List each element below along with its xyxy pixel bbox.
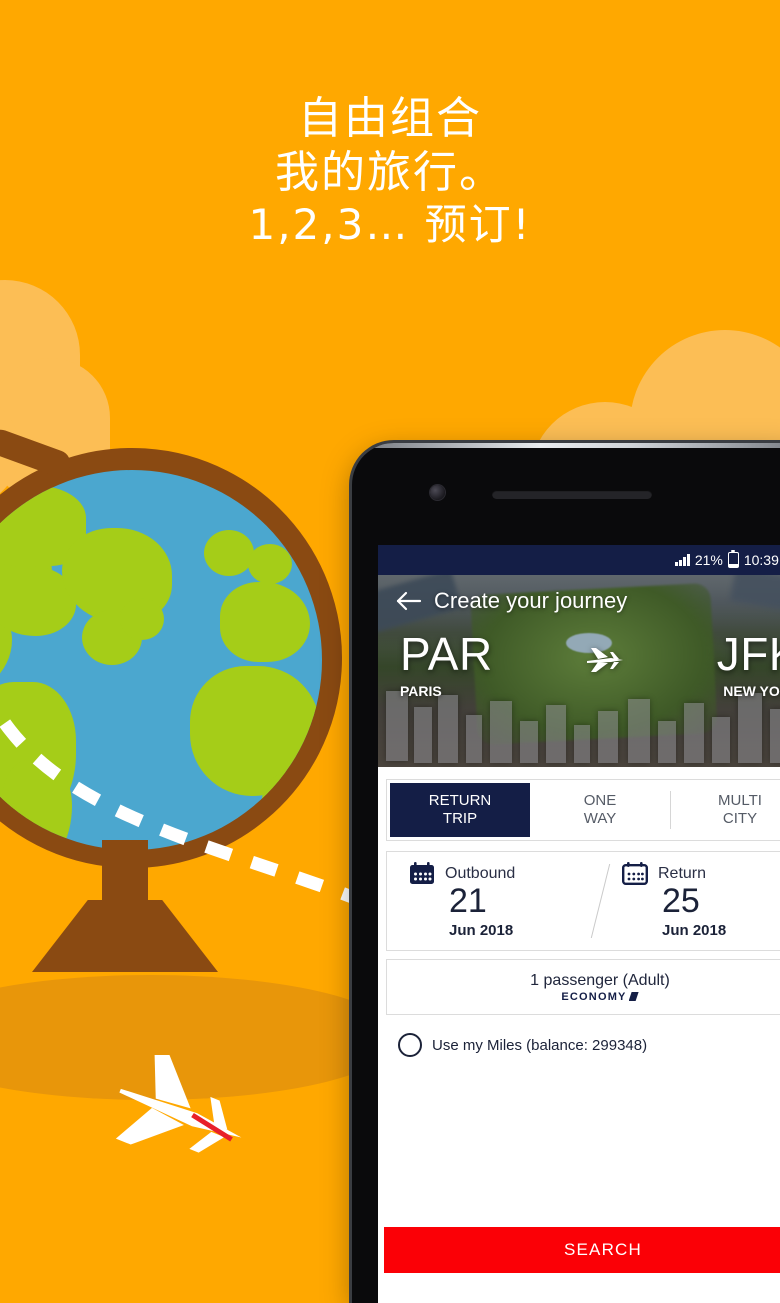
airplane-icon xyxy=(586,648,623,672)
outbound-month-year: Jun 2018 xyxy=(449,921,514,939)
outbound-label: Outbound xyxy=(445,865,516,882)
calendar-outline-icon xyxy=(622,862,648,885)
route-destination[interactable]: JFK NEW YORK xyxy=(717,631,780,699)
outbound-day: 21 xyxy=(449,882,487,920)
passenger-summary: 1 passenger (Adult) xyxy=(530,971,670,989)
clock-label: 10:39 a.m. xyxy=(743,552,780,568)
search-button[interactable]: SEARCH xyxy=(384,1227,780,1273)
dates-card: Outbound 21 Jun 2018 Return 25 Jun 2018 xyxy=(386,851,780,951)
passenger-selector[interactable]: 1 passenger (Adult) ECONOMY xyxy=(386,959,780,1015)
use-miles-option[interactable]: Use my Miles (balance: 299348) xyxy=(384,1023,780,1057)
tab-one-way-line2: WAY xyxy=(583,810,617,827)
phone-bezel xyxy=(352,443,780,448)
headline-line-2: 我的旅行。 xyxy=(275,146,505,198)
battery-percent-label: 21% xyxy=(694,552,723,568)
globe-illustration xyxy=(0,393,410,1153)
tab-multi-city-line1: MULTI xyxy=(718,792,762,809)
tab-multi-city[interactable]: MULTI CITY xyxy=(670,783,780,837)
tab-return-trip-line1: RETURN xyxy=(428,792,492,809)
destination-city: NEW YORK xyxy=(723,683,780,699)
origin-city: PARIS xyxy=(400,683,442,699)
status-bar: 21% 10:39 a.m. xyxy=(378,545,780,575)
tab-one-way[interactable]: ONE WAY xyxy=(530,783,670,837)
origin-code: PAR xyxy=(400,628,493,680)
use-miles-label: Use my Miles (balance: 299348) xyxy=(432,1036,648,1054)
return-date-field[interactable]: Return 25 Jun 2018 xyxy=(600,852,780,950)
return-label: Return xyxy=(658,865,707,882)
destination-hero-image: Create your journey PAR PARIS JFK NEW YO… xyxy=(378,575,780,767)
phone-device: 21% 10:39 a.m. xyxy=(352,443,780,1303)
front-camera-icon xyxy=(430,485,445,500)
booking-form: RETURN TRIP ONE WAY MULTI CITY Outbound … xyxy=(378,767,780,1057)
page-title: Create your journey xyxy=(434,588,628,613)
back-arrow-icon[interactable] xyxy=(396,588,422,614)
trip-type-tabs: RETURN TRIP ONE WAY MULTI CITY xyxy=(386,779,780,841)
headline-line-3: 1,2,3… 预订! xyxy=(248,200,532,250)
route-summary: PAR PARIS JFK NEW YORK xyxy=(378,631,780,699)
cabin-class-label: ECONOMY xyxy=(561,990,627,1003)
return-day: 25 xyxy=(662,882,700,920)
cabin-class-mark-icon xyxy=(628,992,639,1001)
tab-return-trip-line2: TRIP xyxy=(442,810,478,827)
headline-line-1: 自由组合 xyxy=(298,93,482,144)
tab-return-trip[interactable]: RETURN TRIP xyxy=(390,783,530,837)
destination-code: JFK xyxy=(716,628,780,680)
calendar-filled-icon xyxy=(410,862,434,884)
dashed-flight-path-icon xyxy=(0,701,363,907)
phone-screen: 21% 10:39 a.m. xyxy=(378,545,780,1303)
signal-bars-icon xyxy=(675,554,690,566)
airplane-icon xyxy=(115,1055,242,1153)
poster-headline: 自由组合 我的旅行。 1,2,3… 预订! xyxy=(0,92,780,251)
outbound-date-field[interactable]: Outbound 21 Jun 2018 xyxy=(387,852,600,950)
return-month-year: Jun 2018 xyxy=(662,921,727,939)
hero-top-bar: Create your journey xyxy=(378,575,780,627)
route-origin[interactable]: PAR PARIS xyxy=(400,631,493,699)
earpiece-speaker xyxy=(492,490,652,499)
tab-one-way-line1: ONE xyxy=(583,792,617,809)
tab-multi-city-line2: CITY xyxy=(722,810,758,827)
radio-unchecked-icon[interactable] xyxy=(398,1033,422,1057)
battery-icon xyxy=(727,549,739,568)
